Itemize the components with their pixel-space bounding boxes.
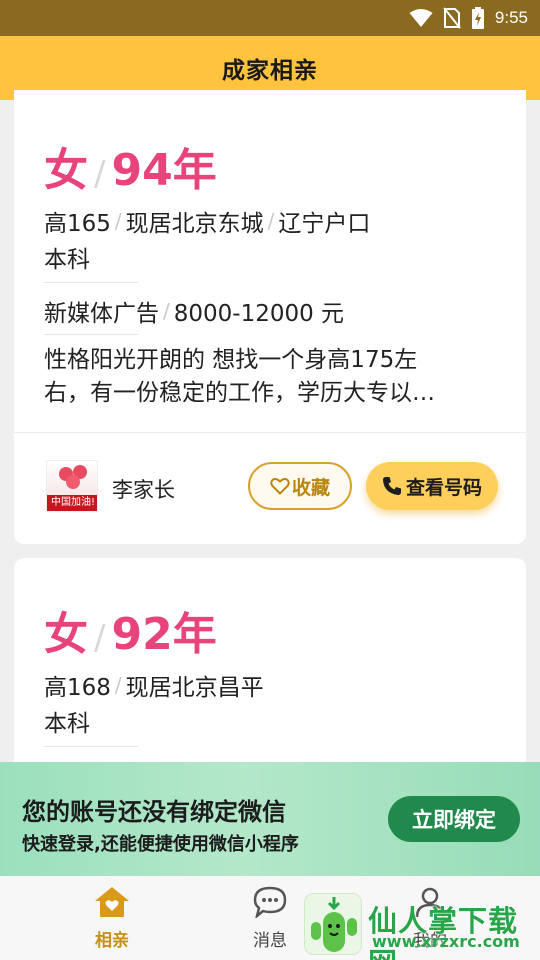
basic-info-row: 高168 / 现居北京昌平	[44, 668, 264, 702]
separator: /	[114, 209, 122, 233]
separator: /	[267, 209, 275, 233]
profile-description: 性格阳光开朗的 想找一个身高175左 右，有一份稳定的工作，学历大专以…	[44, 344, 484, 410]
gender-label: 女	[44, 609, 88, 660]
education-row: 本科	[44, 704, 90, 738]
separator: /	[94, 618, 106, 658]
home-heart-icon	[95, 887, 129, 917]
wifi-icon	[409, 9, 433, 27]
favorite-label: 收藏	[291, 476, 330, 499]
poster-name: 李家长	[112, 478, 175, 502]
bind-now-button[interactable]: 立即绑定	[388, 796, 520, 842]
watermark-url: www.xrzxrc.com	[372, 932, 520, 951]
phone-icon	[382, 477, 401, 495]
height-label: 高168	[44, 675, 111, 701]
job-label: 新媒体广告	[44, 301, 159, 327]
education-label: 本科	[44, 247, 90, 273]
divider	[44, 746, 138, 747]
income-label: 8000-12000 元	[173, 301, 345, 327]
avatar-banner-text: 中国加油!	[47, 495, 97, 511]
bind-banner-subtitle: 快速登录,还能便捷使用微信小程序	[22, 834, 299, 855]
nav-item-messages[interactable]: 消息	[230, 886, 310, 951]
nav-label: 相亲	[95, 931, 129, 951]
divider	[44, 334, 138, 335]
divider	[44, 282, 138, 283]
heart-icon	[270, 478, 290, 495]
chat-bubble-icon	[253, 886, 287, 920]
residence-label: 现居北京东城	[125, 211, 264, 237]
no-sim-icon	[443, 7, 461, 29]
divider	[14, 432, 526, 433]
birth-year-label: 92年	[111, 609, 217, 660]
description-line: 性格阳光开朗的 想找一个身高175左	[44, 347, 418, 373]
height-label: 高165	[44, 211, 111, 237]
profile-header: 女 / 92年	[44, 598, 217, 662]
gender-label: 女	[44, 145, 88, 196]
description-line: 右，有一份稳定的工作，学历大专以…	[44, 380, 435, 406]
basic-info-row: 高165 / 现居北京东城 / 辽宁户口	[44, 204, 370, 238]
hukou-label: 辽宁户口	[278, 211, 371, 237]
status-bar: 9:55	[0, 0, 540, 36]
page-title: 成家相亲	[222, 58, 318, 84]
view-phone-button[interactable]: 查看号码	[366, 462, 498, 510]
cactus-logo-icon	[304, 893, 362, 955]
status-time: 9:55	[494, 8, 528, 27]
profile-header: 女 / 94年	[44, 134, 217, 198]
residence-label: 现居北京昌平	[125, 675, 264, 701]
view-phone-label: 查看号码	[405, 476, 482, 499]
birth-year-label: 94年	[111, 145, 217, 196]
bind-banner-title: 您的账号还没有绑定微信	[22, 798, 286, 826]
nav-label: 消息	[253, 931, 287, 951]
job-row: 新媒体广告 / 8000-12000 元	[44, 294, 344, 328]
separator: /	[94, 154, 106, 194]
nav-item-home[interactable]: 相亲	[72, 886, 152, 951]
education-label: 本科	[44, 711, 90, 737]
balloon-shape	[66, 475, 80, 489]
avatar: 中国加油!	[46, 460, 98, 512]
profile-card[interactable]: 女 / 94年 高165 / 现居北京东城 / 辽宁户口 本科 新媒体广告 / …	[14, 90, 526, 544]
status-icons: 9:55	[409, 6, 528, 30]
favorite-button[interactable]: 收藏	[248, 462, 352, 510]
education-row: 本科	[44, 240, 90, 274]
separator: /	[163, 299, 170, 323]
battery-charging-icon	[471, 7, 484, 29]
separator: /	[114, 673, 122, 697]
wechat-bind-banner: 您的账号还没有绑定微信 快速登录,还能便捷使用微信小程序 立即绑定	[0, 762, 540, 876]
